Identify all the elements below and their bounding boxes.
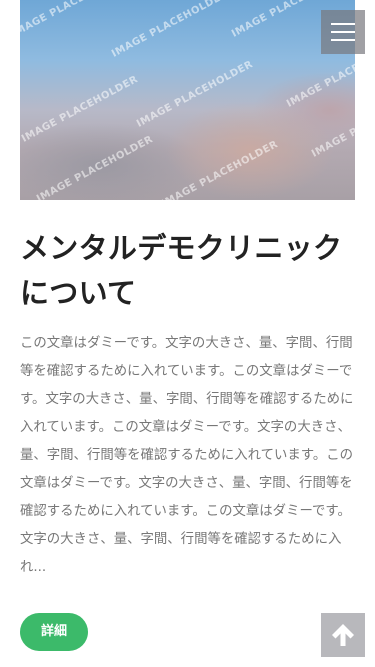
watermark: IMAGE PLACEHOLDER bbox=[135, 58, 256, 130]
arrow-up-icon bbox=[332, 624, 354, 646]
watermark: IMAGE PLACEHOLDER bbox=[110, 0, 231, 60]
hamburger-menu-icon bbox=[331, 39, 355, 41]
watermark: IMAGE PLACEHOLDER bbox=[20, 73, 141, 145]
article-title-line2: について bbox=[20, 276, 137, 310]
hamburger-menu-button[interactable] bbox=[321, 10, 365, 54]
back-to-top-button[interactable] bbox=[321, 613, 365, 657]
watermark: IMAGE PLACEHOLDER bbox=[310, 88, 355, 160]
article-title: メンタルデモクリニック について bbox=[20, 226, 360, 316]
article-title-line1: メンタルデモクリニック bbox=[20, 231, 343, 265]
page: IMAGE PLACEHOLDER IMAGE PLACEHOLDER IMAG… bbox=[0, 0, 375, 667]
watermark: IMAGE PLACEHOLDER bbox=[35, 133, 156, 200]
watermark: IMAGE PLACEHOLDER bbox=[20, 0, 131, 40]
hero-image: IMAGE PLACEHOLDER IMAGE PLACEHOLDER IMAG… bbox=[20, 0, 355, 200]
detail-button[interactable]: 詳細 bbox=[20, 613, 88, 651]
watermark: IMAGE PLACEHOLDER bbox=[160, 138, 281, 200]
hamburger-menu-icon bbox=[331, 31, 355, 33]
article-body: この文章はダミーです。文字の大きさ、量、字間、行間等を確認するために入れています… bbox=[20, 336, 354, 575]
hamburger-menu-icon bbox=[331, 23, 355, 25]
